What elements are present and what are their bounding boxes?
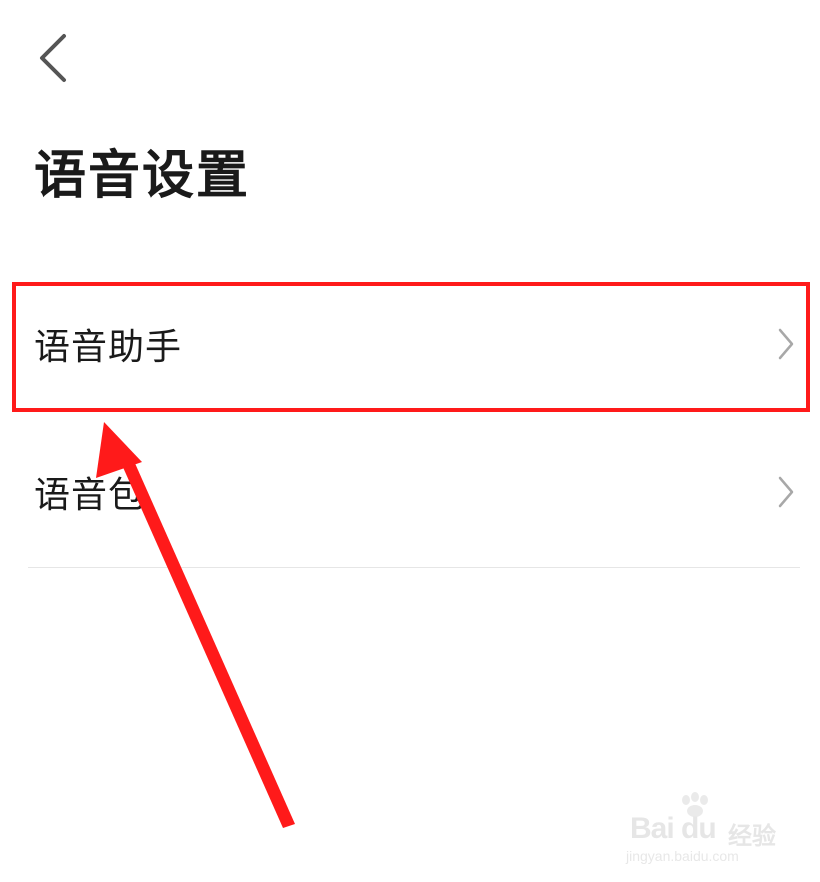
watermark-url: jingyan.baidu.com bbox=[626, 848, 739, 864]
chevron-right-icon bbox=[778, 476, 794, 508]
watermark-suffix: 经验 bbox=[728, 822, 776, 850]
watermark-brand: Bai du bbox=[630, 812, 717, 845]
settings-item-voice-assistant[interactable]: 语音助手 bbox=[14, 280, 810, 408]
watermark: Bai du 经验 jingyan.baidu.com bbox=[626, 792, 796, 872]
settings-item-label: 语音包 bbox=[34, 475, 146, 516]
page-title: 语音设置 bbox=[34, 146, 251, 206]
settings-item-label: 语音助手 bbox=[34, 327, 183, 368]
back-button[interactable] bbox=[30, 28, 80, 88]
chevron-right-icon bbox=[778, 328, 794, 360]
list-divider bbox=[28, 567, 800, 568]
paw-icon bbox=[682, 792, 708, 817]
settings-item-voice-pack[interactable]: 语音包 bbox=[14, 428, 810, 556]
chevron-left-icon bbox=[40, 34, 66, 82]
